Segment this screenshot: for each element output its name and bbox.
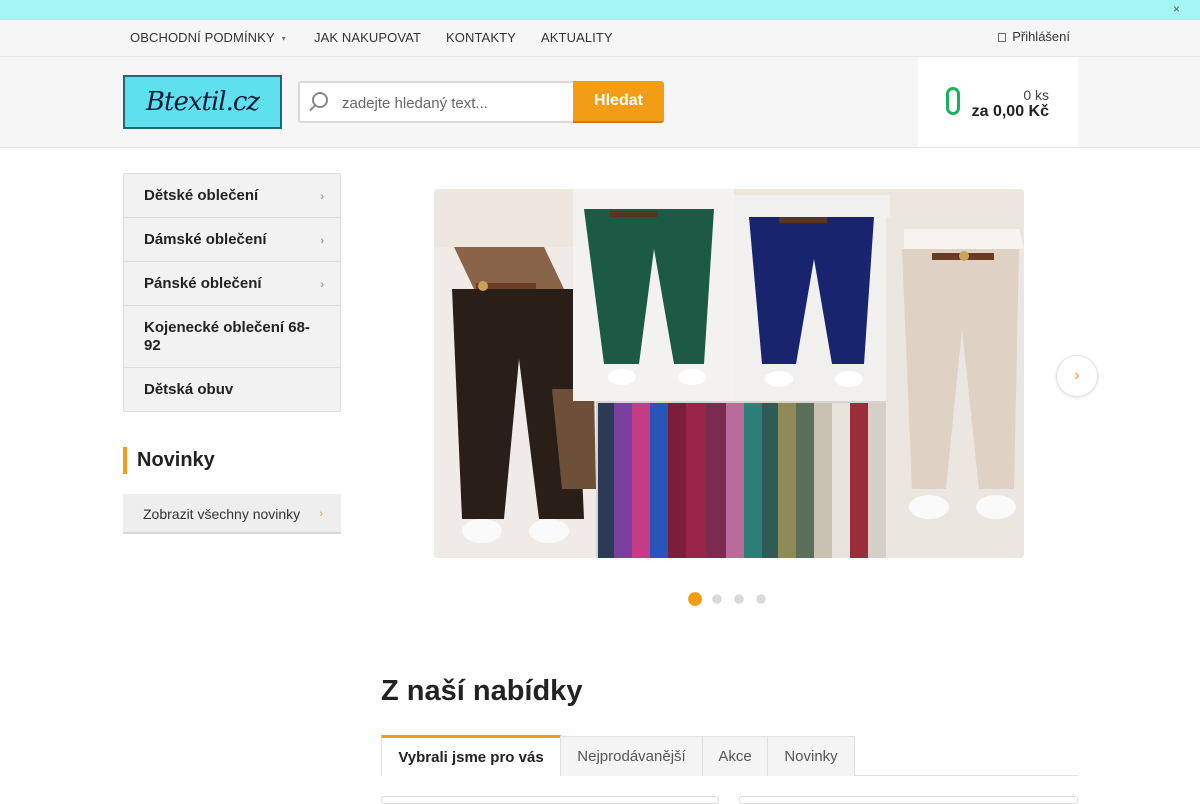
sidebar-item-damske-obleceni[interactable]: Dámské oblečení › <box>124 218 340 262</box>
slider-pagination <box>688 592 767 606</box>
login-label: Přihlášení <box>1012 29 1070 44</box>
trousers-collage-image <box>434 189 1024 558</box>
caret-down-icon: ▾ <box>281 34 286 44</box>
category-label: Dámské oblečení <box>144 231 267 248</box>
nav-kontakty[interactable]: KONTAKTY <box>446 30 516 45</box>
tab-novinky[interactable]: Novinky <box>767 736 855 776</box>
product-card[interactable] <box>381 796 719 804</box>
category-menu: Dětské oblečení › Dámské oblečení › Pánské… <box>123 173 341 412</box>
chevron-right-icon: › <box>319 508 323 520</box>
search-button[interactable]: Hledat <box>573 81 664 123</box>
hero-slide-image[interactable] <box>434 189 1024 558</box>
sidebar-item-kojenecke-obleceni[interactable]: Kojenecké oblečení 68-92 <box>124 306 340 368</box>
slider-dot-3[interactable] <box>734 594 744 604</box>
search-icon <box>312 92 328 108</box>
slider-next-button[interactable]: › <box>1056 355 1098 397</box>
cart-icon <box>946 87 960 115</box>
sidebar-item-detske-obleceni[interactable]: Dětské oblečení › <box>124 174 340 218</box>
logo-text: Btextil.cz <box>145 87 260 117</box>
cart-total: za 0,00 Kč <box>971 103 1049 120</box>
offer-tabs: Vybrali jsme pro vás Nejprodávanější Akc… <box>381 735 1078 776</box>
sidebar-item-detska-obuv[interactable]: Dětská obuv <box>124 368 340 411</box>
category-label: Dětská obuv <box>144 381 234 398</box>
tab-akce[interactable]: Akce <box>702 736 768 776</box>
category-label: Kojenecké oblečení 68-92 <box>144 319 310 354</box>
category-label: Pánské oblečení <box>144 275 262 292</box>
chevron-right-icon: › <box>320 191 324 203</box>
announcement-strip: × <box>0 0 1200 20</box>
nav-aktuality[interactable]: AKTUALITY <box>541 30 613 45</box>
show-all-novinky-button[interactable]: Zobrazit všechny novinky › <box>123 494 341 534</box>
section-title: Z naší nabídky <box>381 675 583 707</box>
site-header: Btextil.cz zadejte hledaný text... Hleda… <box>0 57 1200 148</box>
cart-widget[interactable]: 0 ks za 0,00 Kč <box>918 57 1078 147</box>
category-label: Dětské oblečení <box>144 187 259 204</box>
nav-jak-nakupovat[interactable]: JAK NAKUPOVAT <box>314 30 421 45</box>
nav-obchodni-podminky[interactable]: OBCHODNÍ PODMÍNKY ▾ <box>130 30 286 45</box>
top-nav: OBCHODNÍ PODMÍNKY ▾ JAK NAKUPOVAT KONTAKT… <box>0 20 1200 57</box>
chevron-right-icon: › <box>1074 367 1080 384</box>
tab-vybrali-jsme-pro-vas[interactable]: Vybrali jsme pro vás <box>381 735 561 776</box>
button-label: Zobrazit všechny novinky <box>143 506 301 522</box>
login-link[interactable]: Přihlášení <box>998 29 1070 44</box>
sidebar-item-panske-obleceni[interactable]: Pánské oblečení › <box>124 262 340 306</box>
slider-dot-2[interactable] <box>712 594 722 604</box>
novinky-heading: Novinky <box>123 447 215 474</box>
chevron-right-icon: › <box>320 235 324 247</box>
close-icon[interactable]: × <box>1173 2 1180 16</box>
cart-quantity: 0 ks <box>1023 87 1049 103</box>
chevron-right-icon: › <box>320 279 324 291</box>
nav-item-label: OBCHODNÍ PODMÍNKY <box>130 30 275 45</box>
slider-dot-1[interactable] <box>688 592 702 606</box>
search-box[interactable]: zadejte hledaný text... <box>298 81 574 123</box>
search-input[interactable]: zadejte hledaný text... <box>342 95 488 112</box>
tab-nejprodavanejsi[interactable]: Nejprodávanější <box>560 736 703 776</box>
lock-icon <box>998 33 1007 42</box>
product-card[interactable] <box>739 796 1078 804</box>
site-logo[interactable]: Btextil.cz <box>123 75 282 129</box>
slider-dot-4[interactable] <box>756 594 766 604</box>
